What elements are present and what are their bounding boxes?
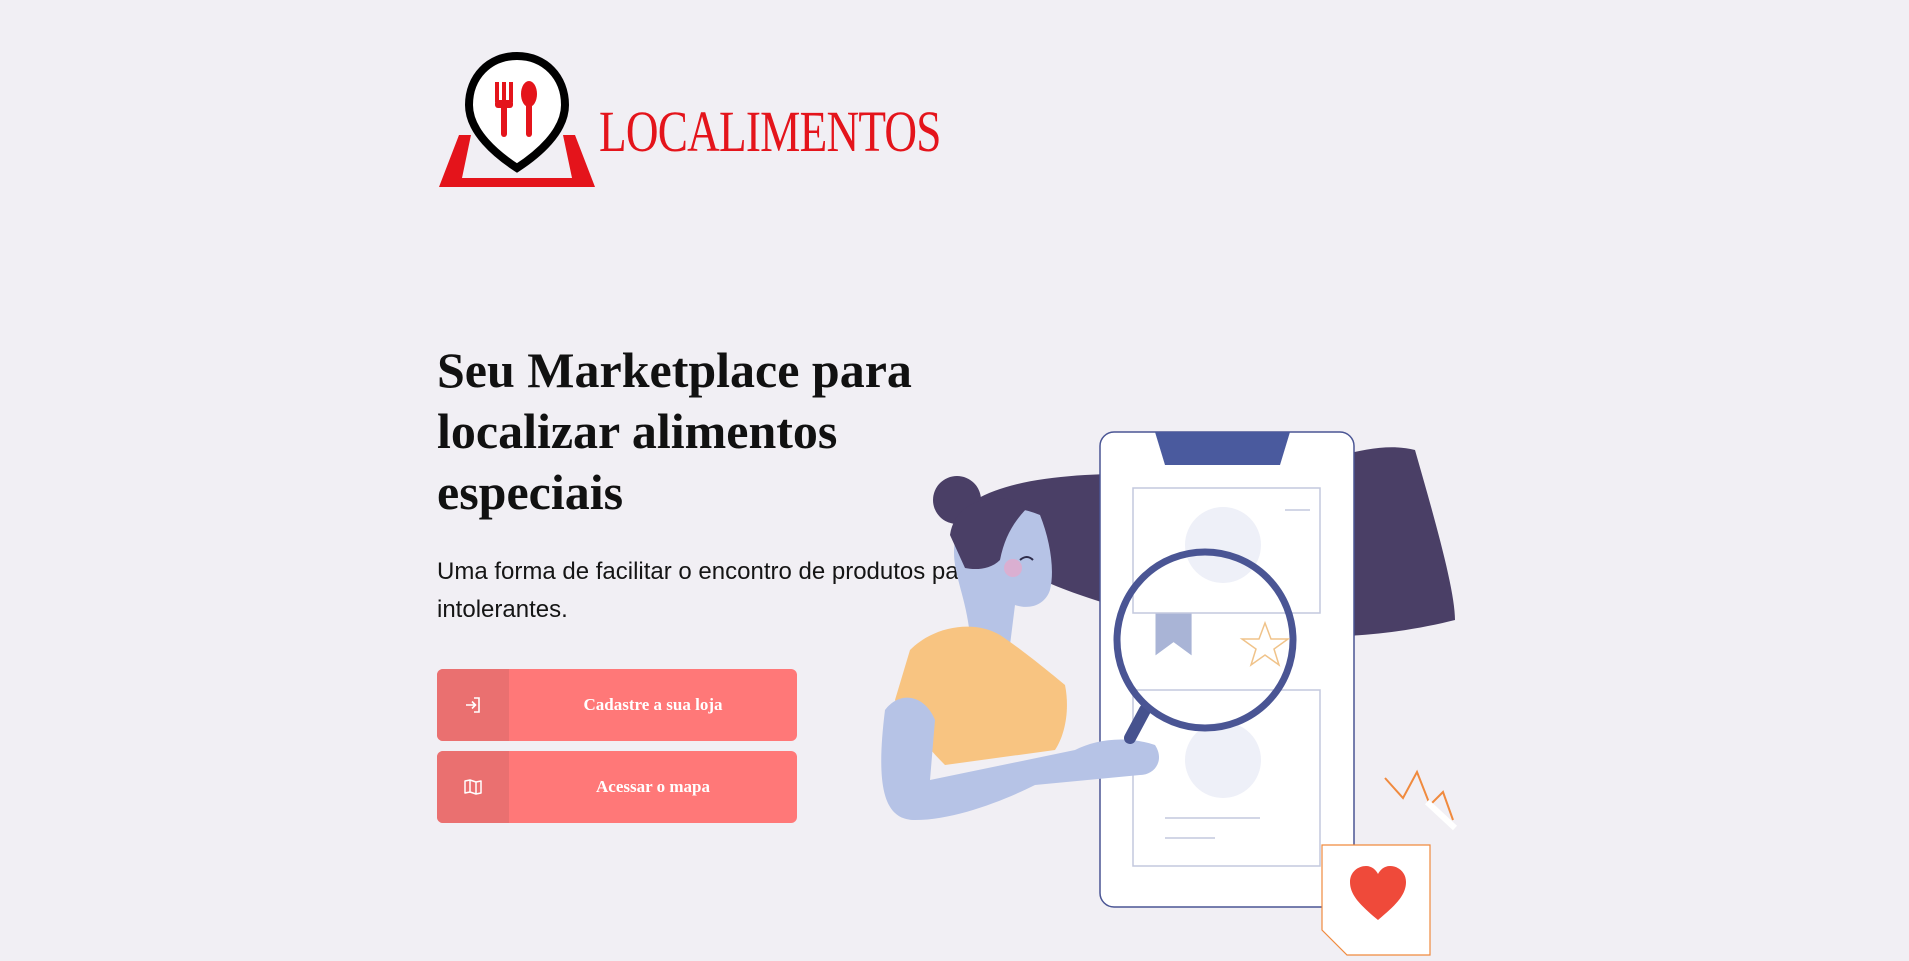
hero-illustration (855, 420, 1485, 956)
brand-logo[interactable]: LOCALIMENTOS (437, 50, 941, 195)
brand-name: LOCALIMENTOS (599, 99, 941, 164)
register-store-button[interactable]: Cadastre a sua loja (437, 669, 797, 741)
open-map-button[interactable]: Acessar o mapa (437, 751, 797, 823)
phone-mockup (1099, 431, 1355, 908)
location-pin-logo-icon (439, 51, 595, 187)
open-map-label: Acessar o mapa (596, 777, 710, 796)
login-icon (437, 669, 509, 741)
heart-card (1321, 844, 1431, 956)
register-store-label: Cadastre a sua loja (583, 695, 723, 714)
map-icon (437, 751, 509, 823)
